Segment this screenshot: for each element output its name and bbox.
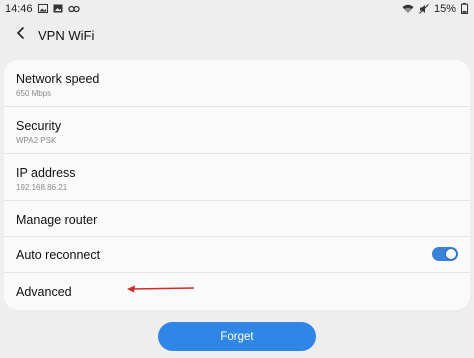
network-details-card: Network speed 650 Mbps Security WPA2 PSK… [4, 60, 470, 310]
battery-icon [461, 3, 468, 14]
status-left: 14:46 [5, 3, 80, 15]
back-button[interactable] [6, 22, 36, 48]
ip-address-label: IP address [16, 166, 76, 180]
annotation-arrow [127, 285, 195, 293]
forget-button[interactable]: Forget [158, 322, 316, 351]
ip-address-row: IP address 192.168.86.21 [4, 154, 470, 201]
security-label: Security [16, 119, 62, 133]
status-bar: 14:46 15% [0, 0, 474, 17]
photo-icon [53, 4, 63, 13]
network-speed-value: 650 Mbps [16, 89, 52, 98]
image-icon [37, 4, 48, 13]
link-icon [67, 5, 80, 13]
advanced-label: Advanced [16, 285, 72, 299]
network-speed-row: Network speed 650 Mbps [4, 60, 470, 107]
advanced-row[interactable]: Advanced [4, 273, 470, 310]
app-header: VPN WiFi [0, 22, 474, 48]
auto-reconnect-label: Auto reconnect [16, 248, 101, 262]
status-right: 15% [402, 3, 468, 15]
page-title: VPN WiFi [38, 27, 95, 43]
toggle-knob [445, 248, 457, 260]
ip-address-value: 192.168.86.21 [16, 183, 68, 192]
status-time: 14:46 [5, 2, 33, 15]
manage-router-row[interactable]: Manage router [4, 201, 470, 237]
auto-reconnect-row[interactable]: Auto reconnect [4, 237, 470, 273]
network-speed-label: Network speed [16, 72, 100, 86]
auto-reconnect-toggle[interactable] [432, 247, 458, 261]
mute-icon [419, 3, 429, 14]
chevron-left-icon [16, 26, 26, 44]
battery-percent: 15% [433, 2, 456, 15]
security-value: WPA2 PSK [16, 136, 57, 145]
wifi-icon [402, 4, 414, 14]
manage-router-label: Manage router [16, 213, 98, 227]
security-row: Security WPA2 PSK [4, 107, 470, 154]
